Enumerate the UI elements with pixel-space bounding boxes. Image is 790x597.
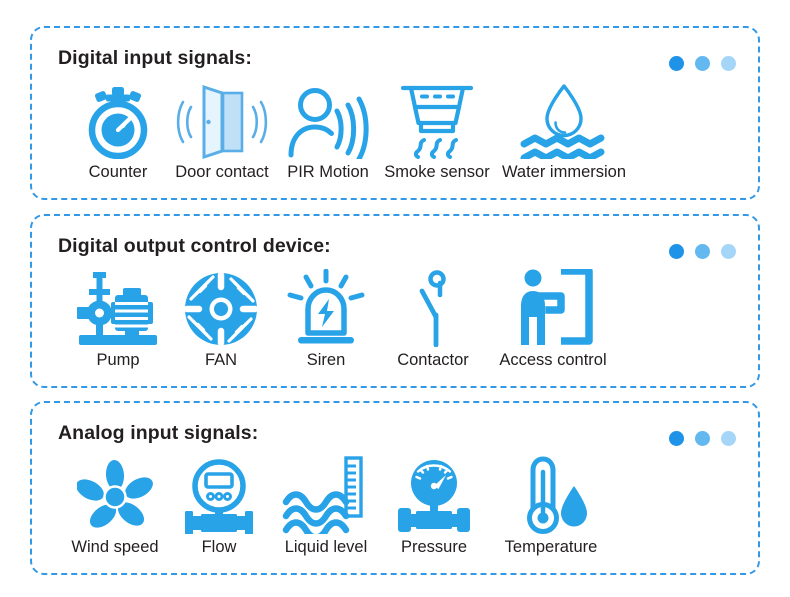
dot-3 <box>721 431 736 446</box>
panel-item-list: Wind speed Flow Liquid level Pressure Te… <box>54 448 736 556</box>
panel-digital-output-control-device: Digital output control device: Pump FAN … <box>30 213 760 388</box>
item-contactor[interactable]: Contactor <box>378 261 488 369</box>
item-label: Pressure <box>400 538 468 557</box>
contactor-icon <box>409 270 457 347</box>
panel-title: Digital output control device: <box>58 234 331 257</box>
item-siren[interactable]: Siren <box>274 261 378 369</box>
panel-analog-input-signals: Analog input signals: Wind speed Flow Li… <box>30 401 760 575</box>
thermometer-icon <box>511 456 591 535</box>
item-fan[interactable]: FAN <box>168 261 274 369</box>
item-label: Temperature <box>504 538 598 557</box>
item-liquid-level[interactable]: Liquid level <box>270 448 382 556</box>
pir-motion-icon <box>285 83 371 160</box>
panel-item-list: Pump FAN Siren Contactor Access control <box>54 261 736 369</box>
item-door-contact[interactable]: Door contact <box>168 73 276 181</box>
dot-1 <box>669 56 684 71</box>
item-label: Liquid level <box>284 538 368 557</box>
item-label: Water immersion <box>501 163 627 182</box>
panel-digital-input-signals: Digital input signals: Counter Door cont… <box>30 26 760 200</box>
item-smoke-sensor[interactable]: Smoke sensor <box>380 73 494 181</box>
item-pressure[interactable]: Pressure <box>382 448 486 556</box>
item-label: Siren <box>306 350 346 369</box>
liquid-level-icon <box>282 456 370 535</box>
dot-2 <box>695 56 710 71</box>
dot-1 <box>669 243 684 259</box>
dot-2 <box>695 431 710 446</box>
siren-icon <box>284 268 368 347</box>
item-label: Flow <box>201 538 237 557</box>
item-label: Smoke sensor <box>384 163 490 182</box>
item-pump[interactable]: Pump <box>68 261 168 369</box>
item-label: Counter <box>88 163 148 182</box>
panel-item-list: Counter Door contact PIR Motion Smoke se… <box>54 73 736 181</box>
more-indicator-dots <box>669 243 736 259</box>
stopwatch-icon <box>82 83 154 160</box>
panel-title: Digital input signals: <box>58 47 252 69</box>
item-label: Access control <box>499 350 607 369</box>
item-label: Contactor <box>397 350 469 369</box>
dot-2 <box>695 243 710 259</box>
item-label: Pump <box>96 350 140 369</box>
water-immersion-icon <box>518 83 610 160</box>
access-control-icon <box>513 268 593 347</box>
item-temperature[interactable]: Temperature <box>486 448 616 556</box>
door-contact-icon <box>174 83 270 160</box>
item-flow[interactable]: Flow <box>168 448 270 556</box>
more-indicator-dots <box>669 431 736 446</box>
item-access-control[interactable]: Access control <box>488 261 618 369</box>
panel-title: Analog input signals: <box>58 422 259 444</box>
item-label: Door contact <box>175 163 269 182</box>
item-water-immersion[interactable]: Water immersion <box>494 73 634 181</box>
item-label: Wind speed <box>71 538 159 557</box>
dot-3 <box>721 56 736 71</box>
item-label: PIR Motion <box>287 163 369 182</box>
fan-icon <box>183 271 259 347</box>
item-label: FAN <box>204 350 238 369</box>
more-indicator-dots <box>669 56 736 71</box>
item-counter[interactable]: Counter <box>68 73 168 181</box>
item-pir-motion[interactable]: PIR Motion <box>276 73 380 181</box>
item-wind-speed[interactable]: Wind speed <box>62 448 168 556</box>
dot-1 <box>669 431 684 446</box>
anemometer-icon <box>77 458 153 534</box>
flow-meter-icon <box>179 458 259 535</box>
pump-icon <box>75 271 161 347</box>
dot-3 <box>721 243 736 259</box>
pressure-gauge-icon <box>390 458 478 534</box>
smoke-sensor-icon <box>397 83 477 160</box>
diagram-root: Digital input signals: Counter Door cont… <box>0 0 790 597</box>
